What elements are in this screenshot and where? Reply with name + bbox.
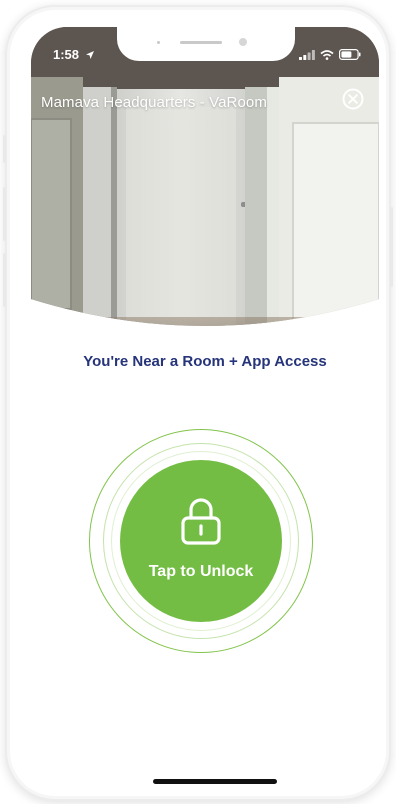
side-button: [3, 135, 6, 163]
room-door-image: [31, 27, 379, 326]
status-time-text: 1:58: [53, 47, 80, 62]
proximity-message: You're Near a Room + App Access: [83, 353, 327, 370]
close-button[interactable]: [341, 87, 365, 111]
side-button: [3, 253, 6, 307]
home-indicator[interactable]: [153, 779, 277, 784]
side-button: [3, 187, 6, 241]
side-button: [390, 207, 393, 287]
device-notch: [117, 27, 295, 61]
tap-to-unlock-button[interactable]: Tap to Unlock: [120, 460, 282, 622]
status-icons: [299, 49, 361, 60]
room-title: Mamava Headquarters - VaRoom: [41, 94, 267, 111]
wifi-icon: [320, 49, 334, 60]
location-arrow-icon: [85, 51, 94, 59]
close-circle-icon: [342, 88, 364, 110]
unlock-label: Tap to Unlock: [148, 563, 254, 580]
speaker-grille: [180, 41, 222, 44]
phone-frame: 1:58 Mamava Headquarters - VaRoom You're…: [3, 5, 393, 801]
room-photo: [31, 27, 379, 339]
front-camera: [239, 38, 247, 46]
app-screen: 1:58 Mamava Headquarters - VaRoom You're…: [31, 27, 379, 791]
sensor-dot: [157, 41, 160, 44]
status-time: 1:58: [53, 47, 95, 62]
signal-icon: [299, 49, 315, 60]
battery-icon: [339, 49, 361, 60]
padlock-icon: [181, 498, 221, 545]
